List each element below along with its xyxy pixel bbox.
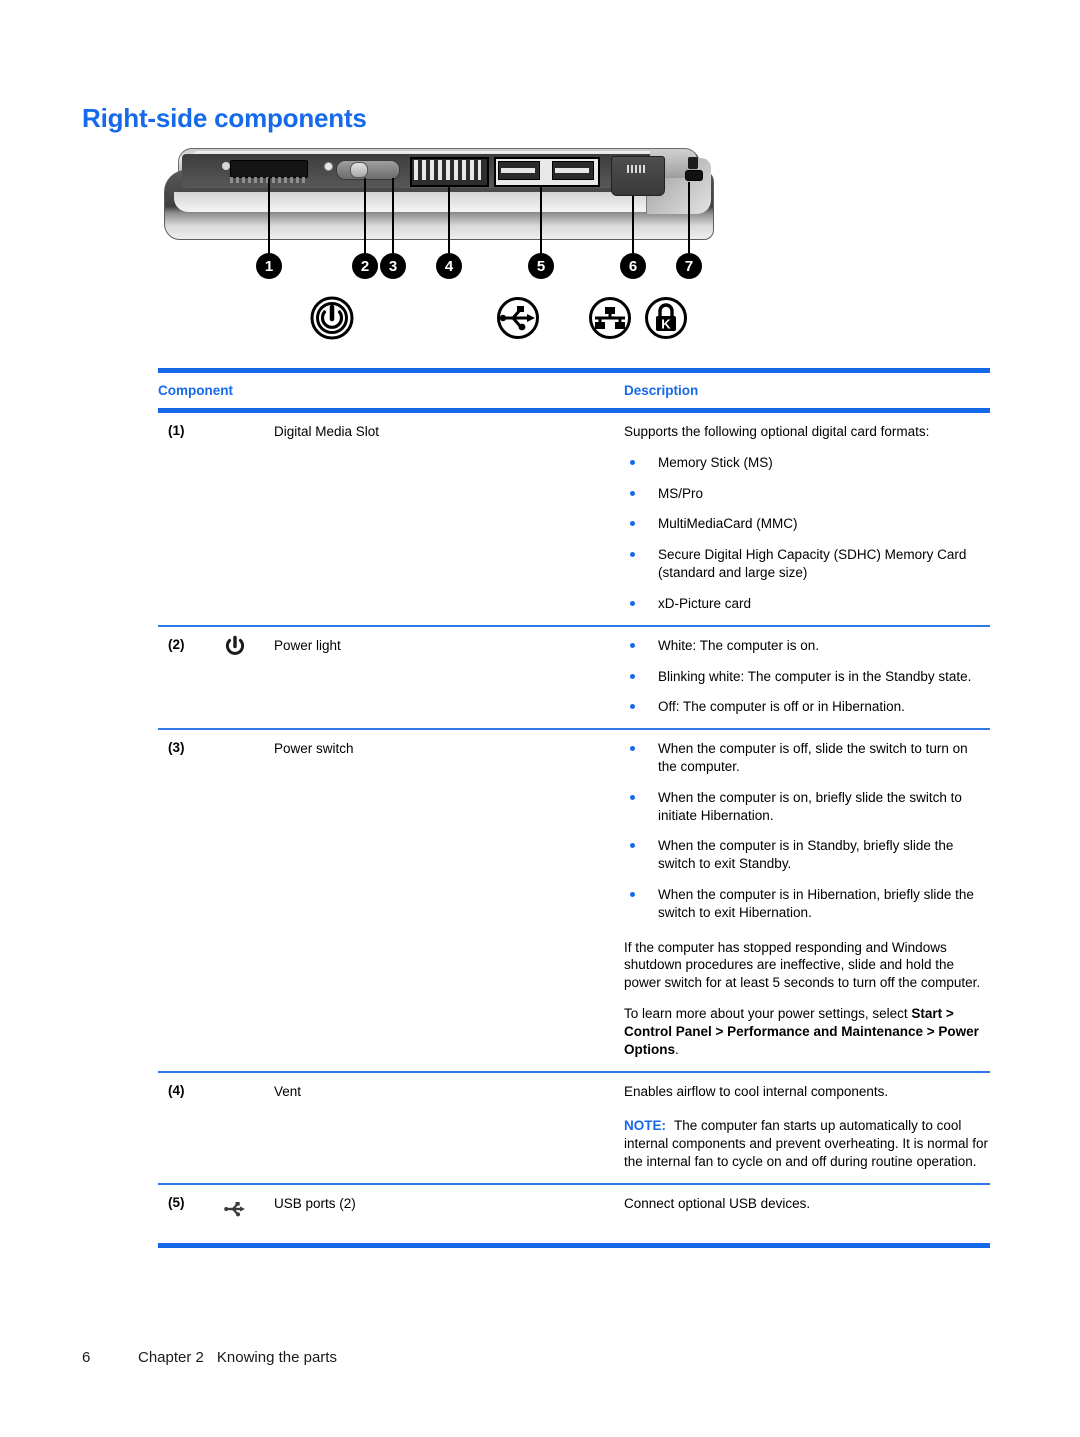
description-intro: Supports the following optional digital … — [624, 424, 930, 439]
column-header-component: Component — [158, 383, 233, 398]
leader-line-4 — [448, 186, 450, 256]
path-lead: To learn more about your power settings,… — [624, 1006, 912, 1022]
callout-6: 6 — [620, 253, 646, 279]
laptop-illustration — [164, 148, 714, 244]
description-path-paragraph: To learn more about your power settings,… — [624, 1005, 990, 1058]
table-header-row: Component Description — [158, 373, 990, 408]
power-icon — [310, 296, 354, 340]
table-row: (5) USB ports (2) Connect optional USB d… — [158, 1185, 990, 1231]
path-end: . — [675, 1041, 679, 1057]
list-item: When the computer is in Standby, briefly… — [624, 837, 990, 873]
security-lock-marking-icon — [688, 157, 698, 169]
component-name: Power switch — [274, 741, 354, 757]
note-label: NOTE: — [624, 1118, 666, 1134]
component-name: Vent — [274, 1083, 302, 1099]
path-step-control-panel: Control Panel — [624, 1023, 712, 1039]
row-number: (4) — [168, 1082, 185, 1098]
page-footer: 6 Chapter 2 Knowing the parts — [82, 1349, 337, 1366]
path-separator: > — [922, 1023, 939, 1039]
rj45-network-icon — [627, 165, 645, 173]
column-header-description: Description — [624, 383, 699, 398]
power-switch-knob — [350, 162, 368, 178]
list-item: Blinking white: The computer is in the S… — [624, 668, 990, 686]
table-row: (1) Digital Media Slot Supports the foll… — [158, 413, 990, 625]
row-number: (1) — [168, 423, 185, 438]
description-bullet-list: When the computer is off, slide the swit… — [624, 740, 990, 922]
usb-port-1-bar — [501, 168, 535, 173]
leader-line-2 — [364, 178, 366, 256]
note-paragraph: NOTE: The computer fan starts up automati… — [624, 1117, 990, 1170]
list-item: MultiMediaCard (MMC) — [624, 515, 990, 533]
power-switch-track — [336, 160, 400, 180]
security-lock-icon: K — [644, 296, 688, 340]
laptop-right-side-diagram: 1 2 3 4 5 6 7 K — [158, 148, 718, 353]
network-rj45-icon — [588, 296, 632, 340]
row-number: (2) — [168, 636, 185, 652]
power-light-lens — [324, 162, 333, 171]
page-title: Right-side components — [82, 103, 367, 133]
list-item: When the computer is in Hibernation, bri… — [624, 886, 990, 922]
leader-line-1 — [268, 178, 270, 256]
usb-port-2-bar — [555, 168, 589, 173]
path-step-performance-and-maintenance: Performance and Maintenance — [727, 1023, 923, 1039]
description-intro: Enables airflow to cool internal compone… — [624, 1083, 889, 1099]
footer-page-number: 6 — [82, 1349, 91, 1366]
list-item: When the computer is off, slide the swit… — [624, 740, 990, 776]
usb-icon — [222, 1196, 248, 1222]
list-item: MS/Pro — [624, 485, 990, 503]
list-item: Off: The computer is off or in Hibernati… — [624, 698, 990, 716]
table-row: (3) Power switch When the computer is of… — [158, 730, 990, 1070]
path-step-start: Start — [911, 1006, 943, 1022]
description-bullet-list: Memory Stick (MS) MS/Pro MultiMediaCard … — [624, 454, 990, 613]
callout-4: 4 — [436, 253, 462, 279]
component-name: Digital Media Slot — [274, 424, 380, 439]
table-bottom-rule — [158, 1242, 990, 1248]
callout-5: 5 — [528, 253, 554, 279]
leader-line-6 — [632, 196, 634, 256]
table-row: (2) Power light White: The computer is o… — [158, 627, 990, 728]
list-item: White: The computer is on. — [624, 637, 990, 655]
usb-icon — [496, 296, 540, 340]
callout-2: 2 — [352, 253, 378, 279]
callout-1: 1 — [256, 253, 282, 279]
footer-chapter-title: Knowing the parts — [216, 1349, 337, 1366]
list-item: When the computer is on, briefly slide t… — [624, 789, 990, 825]
description-paragraph: If the computer has stopped responding a… — [624, 939, 981, 991]
path-separator: > — [942, 1006, 954, 1022]
leader-line-3 — [392, 178, 394, 256]
component-name: USB ports (2) — [274, 1195, 356, 1211]
component-name: Power light — [274, 637, 341, 653]
vent-fins — [414, 160, 481, 180]
row-number: (3) — [168, 740, 185, 756]
leader-line-5 — [540, 186, 542, 256]
description-intro: Connect optional USB devices. — [624, 1195, 811, 1211]
power-icon — [222, 634, 248, 660]
path-separator: > — [711, 1023, 728, 1039]
svg-text:K: K — [661, 317, 671, 332]
note-text: The computer fan starts up automatically… — [624, 1118, 988, 1169]
rj45-network-jack — [611, 156, 665, 196]
list-item: xD-Picture card — [624, 595, 990, 613]
leader-line-7 — [688, 182, 690, 256]
callout-3: 3 — [380, 253, 406, 279]
security-cable-slot — [685, 170, 703, 181]
digital-media-slot-notch-icon — [222, 162, 230, 170]
list-item: Secure Digital High Capacity (SDHC) Memo… — [624, 546, 990, 582]
table-row: (4) Vent Enables airflow to cool interna… — [158, 1073, 990, 1183]
callout-7: 7 — [676, 253, 702, 279]
footer-chapter: Chapter 2 — [138, 1349, 204, 1366]
row-number: (5) — [168, 1194, 185, 1210]
components-table: Component Description (1) Digital Media … — [158, 368, 990, 1248]
digital-media-slot-port — [230, 160, 308, 178]
description-bullet-list: White: The computer is on. Blinking whit… — [624, 637, 990, 716]
document-page: Right-side components 1 2 3 4 5 6 7 K Co… — [0, 0, 1080, 1437]
list-item: Memory Stick (MS) — [624, 454, 990, 472]
